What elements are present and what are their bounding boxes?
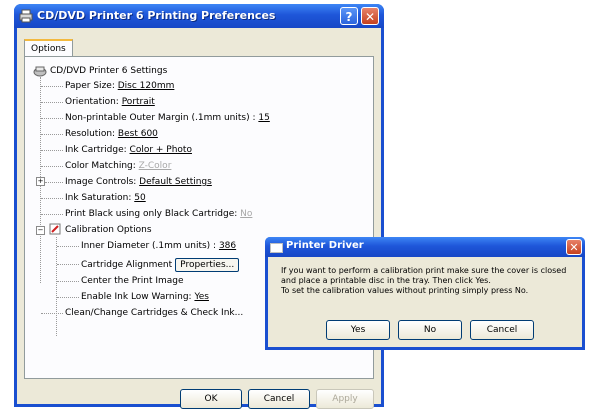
yes-button[interactable]: Yes — [326, 320, 390, 340]
dialog-message-line: If you want to perform a calibration pri… — [281, 266, 567, 275]
calibration-icon — [49, 223, 61, 235]
tree-item-print-black[interactable]: Print Black using only Black Cartridge: … — [65, 209, 252, 220]
tree-item-calibration-options[interactable]: Calibration Options — [65, 225, 152, 236]
expand-icon[interactable]: + — [36, 177, 45, 186]
tree-branch — [41, 313, 63, 314]
dialog-client: If you want to perform a calibration pri… — [268, 257, 582, 347]
tree-item-outer-margin[interactable]: Non-printable Outer Margin (.1mm units) … — [65, 113, 270, 124]
tree-branch — [41, 166, 63, 167]
tree-branch — [57, 281, 79, 282]
window-icon — [270, 243, 283, 253]
tree-branch — [57, 246, 79, 247]
cancel-button[interactable]: Cancel — [248, 389, 310, 409]
tree-item-center-print-image[interactable]: Center the Print Image — [81, 276, 184, 287]
no-button[interactable]: No — [398, 320, 462, 340]
dialog-title: Printer Driver — [286, 240, 364, 251]
properties-button[interactable]: Properties... — [175, 258, 240, 272]
tree-item-image-controls[interactable]: Image Controls: Default Settings — [65, 177, 212, 188]
window-title-bar[interactable]: CD/DVD Printer 6 Printing Preferences ? … — [14, 4, 384, 28]
printer-driver-dialog: Printer Driver ✕ If you want to perform … — [265, 237, 585, 350]
tree-item-cartridge-alignment[interactable]: Cartridge Alignment Properties... — [81, 258, 240, 272]
printer-icon — [19, 9, 33, 23]
tree-item-ink-low-warning[interactable]: Enable Ink Low Warning: Yes — [81, 292, 209, 303]
tree-branch — [41, 86, 63, 87]
tree-item-inner-diameter[interactable]: Inner Diameter (.1mm units) : 386 — [81, 241, 236, 252]
tree-branch — [41, 134, 63, 135]
collapse-icon[interactable]: − — [36, 226, 45, 235]
tree-item-ink-cartridge[interactable]: Ink Cartridge: Color + Photo — [65, 145, 192, 156]
tree-item-orientation[interactable]: Orientation: Portrait — [65, 97, 155, 108]
tree-guide — [56, 237, 57, 336]
tree-item-clean-cartridges[interactable]: Clean/Change Cartridges & Check Ink... — [65, 308, 243, 319]
tree-branch — [41, 150, 63, 151]
dialog-message: If you want to perform a calibration pri… — [281, 266, 581, 296]
apply-button[interactable]: Apply — [316, 389, 374, 409]
tree-item-ink-saturation[interactable]: Ink Saturation: 50 — [65, 193, 146, 204]
tree-root-label: CD/DVD Printer 6 Settings — [50, 66, 168, 76]
dialog-close-button[interactable]: ✕ — [566, 239, 582, 255]
tree-branch — [45, 182, 63, 183]
dialog-cancel-button[interactable]: Cancel — [470, 320, 534, 340]
tree-branch — [41, 198, 63, 199]
tree-branch — [41, 102, 63, 103]
tree-item-color-matching[interactable]: Color Matching: Z-Color — [65, 161, 171, 172]
close-button[interactable]: ✕ — [361, 7, 379, 25]
tree-branch — [57, 297, 79, 298]
help-button[interactable]: ? — [340, 7, 358, 25]
ok-button[interactable]: OK — [180, 389, 242, 409]
tree-branch — [57, 264, 79, 265]
tab-options[interactable]: Options — [24, 39, 73, 56]
tree-branch — [41, 214, 63, 215]
printer-settings-icon — [33, 66, 47, 77]
tree-item-paper-size[interactable]: Paper Size: Disc 120mm — [65, 81, 174, 92]
window-title: CD/DVD Printer 6 Printing Preferences — [37, 9, 276, 22]
dialog-message-line: To set the calibration values without pr… — [281, 286, 529, 295]
dialog-message-line: and place a printable disc in the tray. … — [281, 276, 491, 285]
tree-item-resolution[interactable]: Resolution: Best 600 — [65, 129, 158, 140]
tree-branch — [41, 118, 63, 119]
dialog-title-bar[interactable]: Printer Driver ✕ — [265, 237, 585, 257]
